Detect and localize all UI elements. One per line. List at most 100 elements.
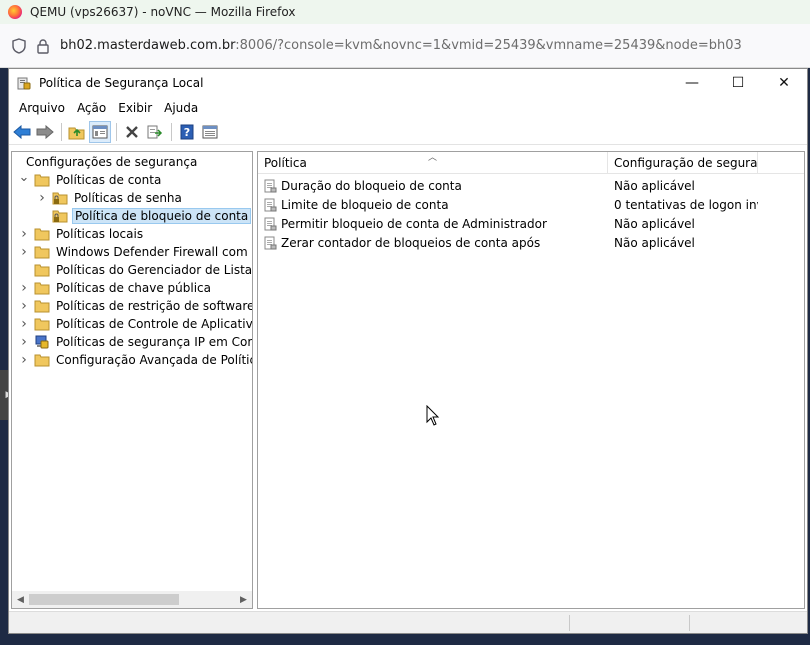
minimize-button[interactable]: —	[669, 69, 715, 97]
expander-placeholder	[18, 261, 30, 279]
folder-icon	[34, 263, 50, 277]
column-header-label: Política	[264, 156, 307, 170]
menu-exibir[interactable]: Exibir	[112, 101, 158, 115]
tree-item-label: Políticas de senha	[74, 191, 182, 205]
folder-icon	[34, 317, 50, 331]
properties-button[interactable]	[199, 121, 221, 143]
policy-item-icon	[264, 217, 277, 230]
chevron-right-icon[interactable]: ›	[18, 351, 30, 369]
menu-bar: Arquivo Ação Exibir Ajuda	[9, 97, 807, 119]
policy-setting: Não aplicável	[614, 235, 695, 250]
tree-item[interactable]: Políticas do Gerenciador de Listas de I	[18, 261, 253, 279]
menu-ajuda[interactable]: Ajuda	[158, 101, 204, 115]
policy-setting: Não aplicável	[614, 216, 695, 231]
window-title: Política de Segurança Local	[39, 76, 204, 90]
tree-item[interactable]: ⌄ Políticas de conta	[18, 168, 163, 189]
console-tree[interactable]: Configurações de segurança ⌄ Políticas de …	[11, 151, 253, 609]
url-host: bh02.masterdaweb.com.br	[60, 38, 236, 53]
tree-item-label: Políticas de Controle de Aplicativo	[56, 317, 253, 331]
tree-item-label: Configurações de segurança	[26, 155, 198, 169]
column-header-policy[interactable]: ︿ Política	[258, 152, 608, 174]
chevron-down-icon[interactable]: ⌄	[18, 168, 30, 186]
show-hide-tree-button[interactable]	[89, 120, 111, 143]
policy-item-icon	[264, 198, 277, 211]
close-button[interactable]: ✕	[761, 69, 807, 97]
chevron-right-icon[interactable]: ›	[18, 225, 30, 243]
policy-row[interactable]: Zerar contador de bloqueios de conta apó…	[258, 233, 804, 252]
maximize-button[interactable]: ☐	[715, 69, 761, 97]
tree-item[interactable]: › Políticas de restrição de software	[18, 297, 252, 315]
tree-item[interactable]: › Políticas locais	[18, 225, 145, 243]
column-header-label: Configuração de segura...	[614, 156, 758, 170]
tree-item[interactable]: › Políticas de segurança IP em Comput	[18, 333, 252, 351]
chevron-right-icon[interactable]: ›	[18, 333, 30, 351]
folder-icon	[34, 281, 50, 295]
chevron-right-icon[interactable]: ›	[18, 315, 30, 333]
folder-lock-icon	[52, 191, 68, 205]
scroll-right-arrow-icon[interactable]: ▶	[235, 591, 252, 608]
url-bar[interactable]: bh02.masterdaweb.com.br:8006/?console=kv…	[0, 24, 810, 68]
status-segment	[569, 615, 570, 631]
delete-button[interactable]	[121, 121, 143, 143]
details-pane: ︿ Política Configuração de segura... Dur…	[257, 151, 805, 609]
tree-item[interactable]: Política de bloqueio de conta	[36, 207, 252, 225]
tree-item[interactable]: › Políticas de senha	[36, 189, 184, 207]
export-list-icon	[147, 125, 163, 138]
tree-item-label: Política de bloqueio de conta	[72, 208, 252, 224]
column-header-setting[interactable]: Configuração de segura...	[608, 152, 758, 174]
toolbar-separator	[171, 122, 172, 141]
chevron-right-icon[interactable]: ›	[18, 297, 30, 315]
policy-name-cell: Zerar contador de bloqueios de conta apó…	[258, 236, 608, 250]
delete-icon	[126, 125, 138, 138]
tree-item-label: Políticas de chave pública	[56, 281, 212, 295]
folder-icon	[34, 245, 50, 259]
tree-item[interactable]: › Configuração Avançada de Política de	[18, 351, 252, 369]
url-text[interactable]: bh02.masterdaweb.com.br:8006/?console=kv…	[60, 38, 742, 53]
tree-item-label: Políticas locais	[56, 227, 144, 241]
help-icon: ?	[180, 124, 194, 139]
chevron-right-icon[interactable]: ›	[18, 279, 30, 297]
back-icon	[13, 124, 31, 139]
security-policy-app-icon	[17, 77, 31, 90]
forward-button[interactable]	[34, 121, 56, 143]
column-header: ︿ Política Configuração de segura...	[258, 152, 804, 174]
browser-title-bar: QEMU (vps26637) - noVNC — Mozilla Firefo…	[0, 0, 810, 24]
toolbar-separator	[116, 122, 117, 141]
export-list-button[interactable]	[144, 121, 166, 143]
scroll-left-arrow-icon[interactable]: ◀	[12, 591, 29, 608]
policy-name-cell: Permitir bloqueio de conta de Administra…	[258, 217, 608, 231]
tree-item-label: Configuração Avançada de Política de	[56, 353, 252, 367]
tree-item[interactable]: › Políticas de chave pública	[18, 279, 213, 297]
policy-row[interactable]: Limite de bloqueio de conta 0 tentativas …	[258, 195, 804, 214]
lock-icon[interactable]	[36, 38, 50, 54]
chevron-right-icon[interactable]: ›	[18, 243, 30, 261]
help-button[interactable]: ?	[176, 121, 198, 143]
toolbar-separator	[61, 122, 62, 141]
folder-icon	[34, 227, 50, 241]
chevron-right-icon[interactable]: ›	[36, 189, 48, 207]
tree-item-label: Políticas de conta	[56, 173, 162, 187]
policy-item-icon	[264, 236, 277, 249]
svg-text:?: ?	[184, 126, 190, 139]
menu-arquivo[interactable]: Arquivo	[13, 101, 71, 115]
browser-title: QEMU (vps26637) - noVNC — Mozilla Firefo…	[30, 5, 296, 19]
tree-item-label: Políticas do Gerenciador de Listas de I	[56, 263, 253, 277]
up-one-level-button[interactable]	[66, 121, 88, 143]
status-bar	[9, 611, 807, 633]
tree-item[interactable]: › Windows Defender Firewall com Segu	[18, 243, 252, 261]
tracking-protection-shield-icon[interactable]	[12, 37, 26, 54]
tree-item[interactable]: › Políticas de Controle de Aplicativo	[18, 315, 253, 333]
sort-ascending-icon: ︿	[428, 153, 438, 163]
tree-horizontal-scrollbar[interactable]: ◀ ▶	[12, 591, 252, 608]
policy-name-cell: Limite de bloqueio de conta	[258, 198, 608, 212]
back-button[interactable]	[11, 121, 33, 143]
policy-row[interactable]: Duração do bloqueio de conta Não aplicáve…	[258, 176, 804, 195]
scrollbar-thumb[interactable]	[29, 594, 179, 605]
local-security-policy-window: Política de Segurança Local — ☐ ✕ Arquiv…	[8, 68, 808, 634]
tree-item[interactable]: Configurações de segurança	[16, 153, 199, 171]
menu-acao[interactable]: Ação	[71, 101, 112, 115]
folder-lock-icon	[52, 209, 68, 223]
window-title-bar[interactable]: Política de Segurança Local — ☐ ✕	[9, 69, 807, 97]
policy-row[interactable]: Permitir bloqueio de conta de Administra…	[258, 214, 804, 233]
url-path: :8006/?console=kvm&novnc=1&vmid=25439&vm…	[235, 38, 742, 53]
